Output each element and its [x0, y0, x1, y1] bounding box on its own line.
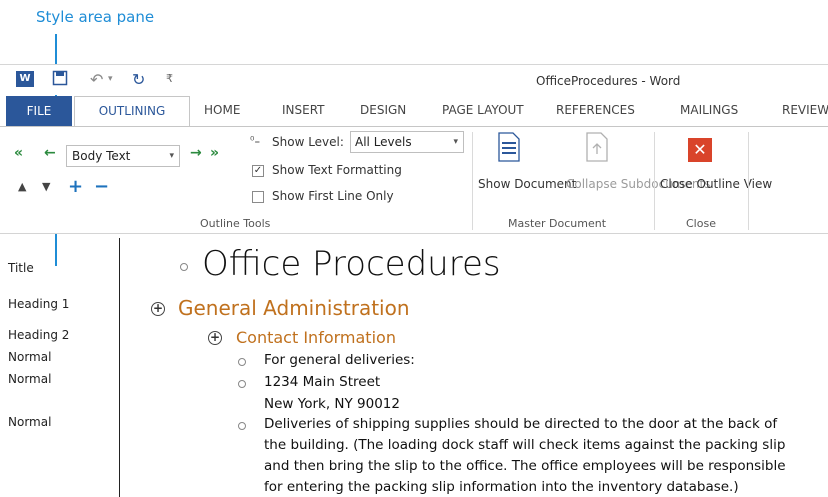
collapse-subdocuments-button[interactable]: Collapse Subdocuments: [566, 176, 710, 193]
outline-bullet-icon[interactable]: [238, 380, 246, 388]
outline-bullet-icon[interactable]: [238, 358, 246, 366]
outline-tools-group-label: Outline Tools: [200, 217, 271, 230]
show-level-select[interactable]: All Levels ▾: [350, 131, 464, 153]
show-first-line-only-checkbox[interactable]: [252, 191, 264, 203]
tab-references[interactable]: REFERENCES: [556, 103, 635, 117]
body-text-line[interactable]: New York, NY 90012: [264, 396, 400, 412]
style-area-item: Normal: [8, 372, 52, 386]
body-text-line[interactable]: the building. (The loading dock staff wi…: [264, 437, 785, 453]
close-outline-view-label: Close Outline View: [660, 177, 773, 191]
tab-review[interactable]: REVIEW: [782, 103, 828, 117]
tab-outlining[interactable]: OUTLINING: [74, 96, 190, 126]
window-title: OfficeProcedures - Word: [536, 74, 681, 88]
close-icon[interactable]: ✕: [688, 138, 712, 162]
show-text-formatting-checkbox[interactable]: ✓: [252, 165, 264, 177]
show-document-button[interactable]: Show Document: [478, 176, 576, 193]
expand-icon[interactable]: +: [68, 176, 83, 197]
body-text-line[interactable]: 1234 Main Street: [264, 374, 380, 390]
style-area-item: Normal: [8, 415, 52, 429]
undo-dropdown-icon[interactable]: ▾: [108, 74, 113, 84]
chevron-down-icon: ▾: [453, 137, 458, 147]
body-text-line[interactable]: and then bring the slip to the office. T…: [264, 458, 786, 474]
close-outline-view-button[interactable]: Close Outline View: [660, 176, 772, 193]
close-group-label: Close: [686, 217, 716, 230]
outline-level-value: Body Text: [72, 149, 131, 163]
body-text-line[interactable]: For general deliveries:: [264, 352, 415, 368]
tab-home[interactable]: HOME: [204, 103, 240, 117]
group-divider: [748, 132, 749, 230]
document-title[interactable]: Office Procedures: [202, 244, 501, 284]
show-level-label: Show Level:: [272, 135, 344, 149]
group-divider: [472, 132, 473, 230]
save-icon[interactable]: [52, 70, 68, 90]
body-text-line[interactable]: Deliveries of shipping supplies should b…: [264, 416, 777, 432]
promote-icon[interactable]: ←: [44, 145, 56, 161]
outline-bullet-icon[interactable]: [180, 263, 188, 271]
outline-bullet-icon[interactable]: [238, 422, 246, 430]
heading-2[interactable]: Contact Information: [236, 328, 396, 347]
collapse-subdocuments-icon[interactable]: [585, 132, 609, 166]
style-area-item: Normal: [8, 350, 52, 364]
undo-icon[interactable]: ↶: [90, 70, 103, 89]
title-bar: [0, 64, 828, 95]
show-document-label: Show Document: [478, 177, 577, 191]
expand-outline-icon[interactable]: +: [208, 331, 222, 345]
outline-level-select[interactable]: Body Text ▾: [66, 145, 180, 167]
show-document-icon[interactable]: [497, 132, 521, 166]
style-area-item: Title: [8, 261, 34, 275]
style-area-item: Heading 2: [8, 328, 70, 342]
heading-1[interactable]: General Administration: [178, 296, 410, 320]
expand-outline-icon[interactable]: +: [151, 302, 165, 316]
tab-page-layout[interactable]: PAGE LAYOUT: [442, 103, 524, 117]
style-area-pane-border[interactable]: [119, 238, 120, 497]
master-document-group-label: Master Document: [508, 217, 607, 230]
tab-file[interactable]: FILE: [6, 96, 72, 126]
collapse-icon[interactable]: −: [94, 176, 109, 197]
chevron-down-icon: ▾: [169, 151, 174, 161]
tab-insert[interactable]: INSERT: [282, 103, 325, 117]
body-text-line[interactable]: for entering the packing slip informatio…: [264, 479, 739, 495]
move-down-icon[interactable]: ▼: [42, 180, 50, 193]
customize-qat-icon[interactable]: ₹: [166, 72, 173, 85]
show-text-formatting-label: Show Text Formatting: [272, 163, 402, 177]
show-first-line-only-label: Show First Line Only: [272, 189, 394, 203]
demote-to-body-text-icon[interactable]: »: [210, 145, 219, 161]
promote-to-heading1-icon[interactable]: «: [14, 145, 23, 161]
demote-icon[interactable]: →: [190, 145, 202, 161]
tab-mailings[interactable]: MAILINGS: [680, 103, 738, 117]
group-divider: [654, 132, 655, 230]
show-level-value: All Levels: [355, 135, 412, 149]
show-level-icon: ⁰₌: [250, 134, 261, 147]
callout-label: Style area pane: [36, 8, 155, 26]
style-area-item: Heading 1: [8, 297, 70, 311]
redo-icon[interactable]: ↻: [132, 70, 145, 89]
word-icon[interactable]: W: [16, 71, 34, 87]
tab-design[interactable]: DESIGN: [360, 103, 406, 117]
move-up-icon[interactable]: ▲: [18, 180, 26, 193]
